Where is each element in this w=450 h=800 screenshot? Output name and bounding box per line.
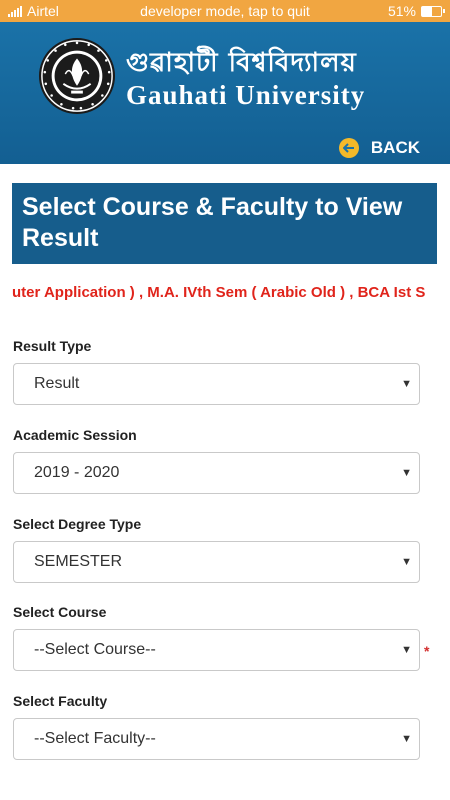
- course-value: --Select Course--: [34, 641, 156, 658]
- status-bar: Airtel developer mode, tap to quit 51%: [0, 0, 450, 22]
- academic-session-value: 2019 - 2020: [34, 464, 120, 481]
- arrow-left-circle-icon: [338, 138, 359, 158]
- page-title-banner: Select Course & Faculty to View Result: [12, 183, 437, 264]
- dropdown-arrow-icon: ▼: [401, 733, 412, 745]
- degree-type-select[interactable]: SEMESTER ▼: [13, 541, 420, 583]
- carrier-name: Airtel: [27, 3, 59, 19]
- back-label: BACK: [370, 138, 420, 157]
- result-type-label: Result Type: [13, 338, 92, 354]
- result-type-select[interactable]: Result ▼: [13, 363, 420, 405]
- course-label: Select Course: [13, 604, 107, 620]
- status-left: Airtel: [8, 3, 59, 19]
- dropdown-arrow-icon: ▼: [401, 378, 412, 390]
- signal-icon: [8, 5, 22, 17]
- developer-mode-notice: developer mode, tap to quit: [140, 3, 310, 19]
- required-marker: *: [424, 643, 430, 659]
- results-ticker: uter Application ) , M.A. IVth Sem ( Ara…: [0, 284, 450, 304]
- faculty-select[interactable]: --Select Faculty-- ▼: [13, 718, 420, 760]
- faculty-label: Select Faculty: [13, 693, 108, 709]
- dropdown-arrow-icon: ▼: [401, 467, 412, 479]
- university-name-english: Gauhati University: [126, 80, 366, 110]
- dropdown-arrow-icon: ▼: [401, 556, 412, 568]
- academic-session-select[interactable]: 2019 - 2020 ▼: [13, 452, 420, 494]
- result-type-value: Result: [34, 375, 80, 392]
- academic-session-label: Academic Session: [13, 427, 137, 443]
- degree-type-value: SEMESTER: [34, 553, 123, 570]
- app-header: গুৱাহাটী বিশ্ববিদ্যালয় Gauhati Universi…: [0, 22, 450, 164]
- dropdown-arrow-icon: ▼: [401, 644, 412, 656]
- battery-percent: 51%: [387, 3, 416, 19]
- battery-icon: [421, 5, 445, 17]
- university-seal-logo: [38, 37, 116, 115]
- faculty-value: --Select Faculty--: [34, 730, 156, 747]
- back-button[interactable]: BACK: [338, 138, 420, 158]
- ticker-text: uter Application ) , M.A. IVth Sem ( Ara…: [12, 284, 426, 301]
- degree-type-label: Select Degree Type: [13, 516, 142, 532]
- status-right: 51%: [387, 3, 445, 19]
- course-select[interactable]: --Select Course-- ▼: [13, 629, 420, 671]
